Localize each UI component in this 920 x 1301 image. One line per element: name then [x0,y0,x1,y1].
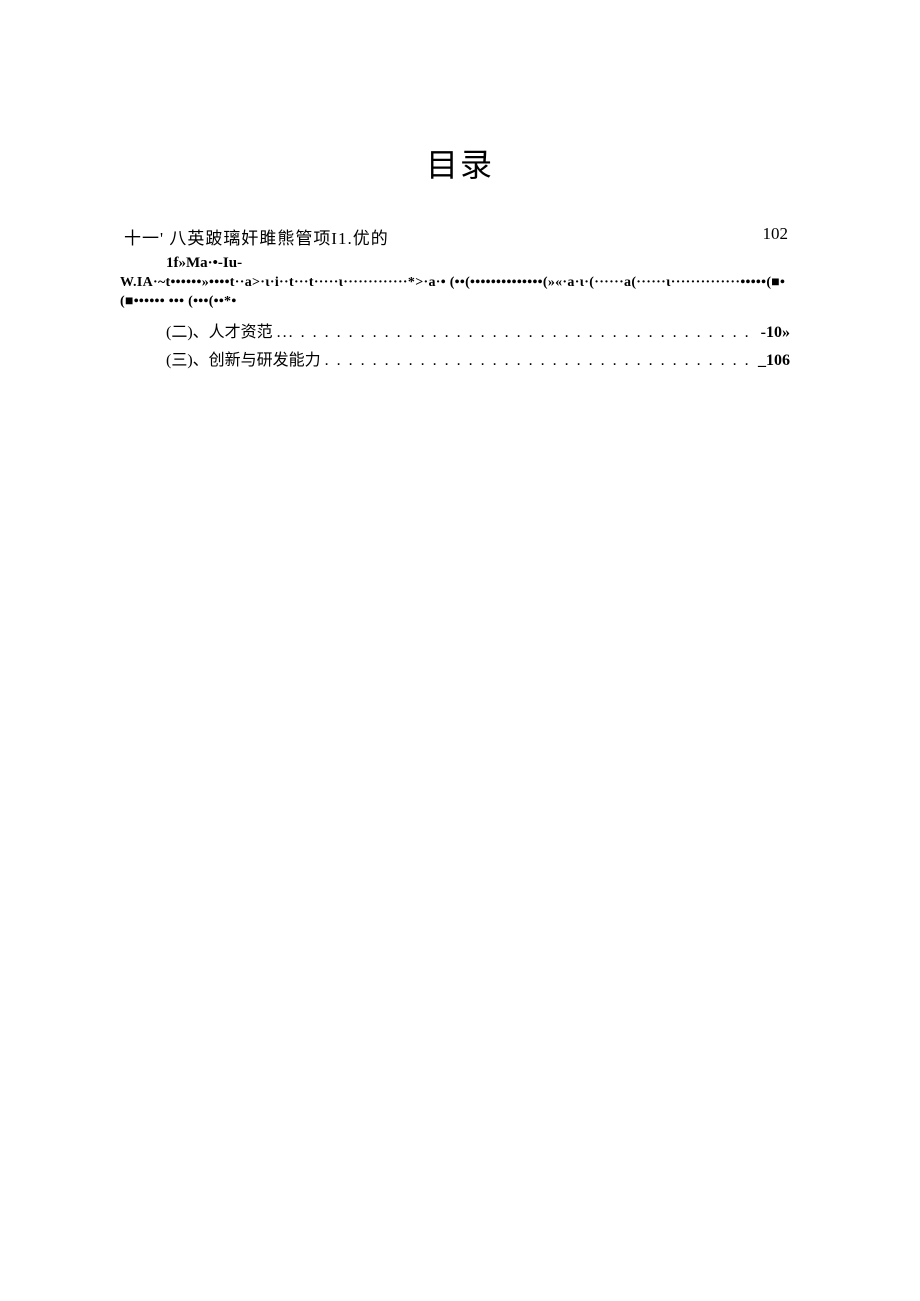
toc-entry-page: _106 [758,352,790,370]
toc-title: 目录 [120,140,800,186]
toc-entry: (三)、创新与研发能力 . . . . . . . . . . . . . . … [120,346,800,370]
toc-entry-dots: . . . . . . . . . . . . . . . . . . . . … [325,352,754,370]
toc-section-heading: 十一' 八英跛璃奸雎熊管项I1.优的 102 [120,224,800,249]
toc-section-page: 102 [763,224,797,249]
garbled-text-1: 1f»Ma·•-Iu- [120,255,800,272]
toc-entry-label: (二)、人才资范 [166,318,273,342]
toc-entry-dots: ... . . . . . . . . . . . . . . . . . . … [277,324,757,342]
toc-entry-page: -10» [761,324,790,342]
toc-section-left: 十一' 八英跛璃奸雎熊管项I1.优的 [124,224,389,249]
garbled-text-2: W.IA·~t••••••»••••t··a>·ι·i··t···t·····ι… [120,274,800,312]
toc-entry: (二)、人才资范 ... . . . . . . . . . . . . . .… [120,318,800,342]
document-page: 目录 十一' 八英跛璃奸雎熊管项I1.优的 102 1f»Ma·•-Iu- W.… [0,0,920,370]
toc-entry-label: (三)、创新与研发能力 [166,346,321,370]
